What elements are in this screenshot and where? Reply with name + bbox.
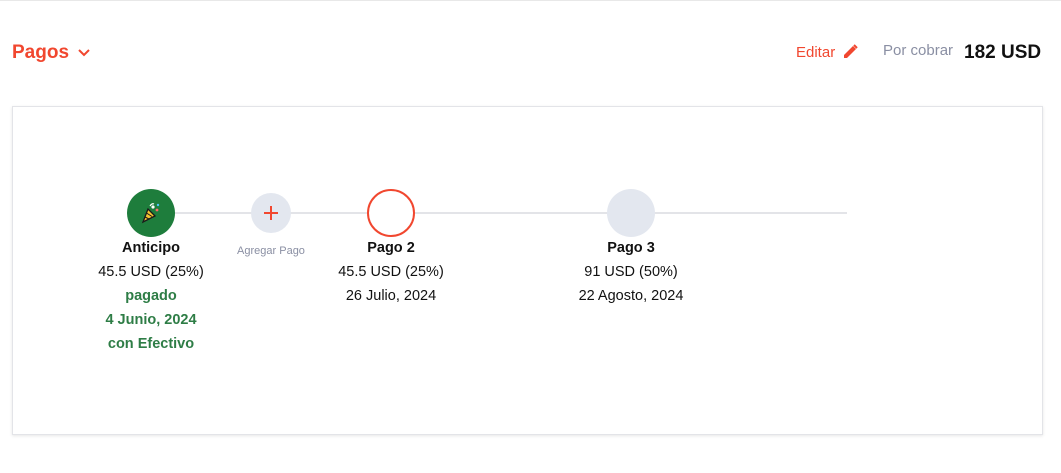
top-divider	[0, 0, 1061, 1]
payment-title: Anticipo	[122, 240, 180, 256]
payment-date: 4 Junio, 2024	[105, 312, 197, 328]
add-payment-button[interactable]	[251, 193, 291, 233]
payment-title: Pago 2	[367, 240, 415, 256]
timeline-node-paid[interactable]	[127, 189, 175, 237]
plus-icon	[264, 206, 278, 220]
payments-title: Pagos	[12, 42, 70, 63]
payments-dropdown[interactable]: Pagos	[12, 42, 91, 64]
payment-amount: 45.5 USD (25%)	[98, 264, 204, 280]
edit-label: Editar	[796, 43, 836, 61]
payment-date: 22 Agosto, 2024	[578, 288, 684, 304]
pencil-icon	[844, 44, 858, 58]
payment-details-anticipo: Anticipo 45.5 USD (25%) pagado 4 Junio, …	[51, 236, 251, 356]
payment-status: pagado	[125, 288, 177, 304]
edit-button[interactable]: Editar	[796, 43, 859, 61]
payment-details-pago-3: Pago 3 91 USD (50%) 22 Agosto, 2024	[531, 236, 731, 308]
payment-amount: 91 USD (50%)	[584, 264, 678, 280]
receivable-label: Por cobrar	[883, 42, 954, 59]
payment-date: 26 Julio, 2024	[345, 288, 437, 304]
payment-amount: 45.5 USD (25%)	[338, 264, 444, 280]
timeline-node-next[interactable]	[367, 189, 415, 237]
payments-timeline-card: Agregar Pago Anticipo 45.5 USD (25%) pag…	[12, 106, 1043, 435]
payment-method: con Efectivo	[107, 336, 195, 352]
payment-title: Pago 3	[607, 240, 655, 256]
payment-details-pago-2: Pago 2 45.5 USD (25%) 26 Julio, 2024	[291, 236, 491, 308]
chevron-down-icon	[78, 49, 90, 57]
receivable-amount: 182 USD	[964, 42, 1042, 63]
party-popper-icon	[141, 203, 160, 224]
timeline-node-future[interactable]	[607, 189, 655, 237]
